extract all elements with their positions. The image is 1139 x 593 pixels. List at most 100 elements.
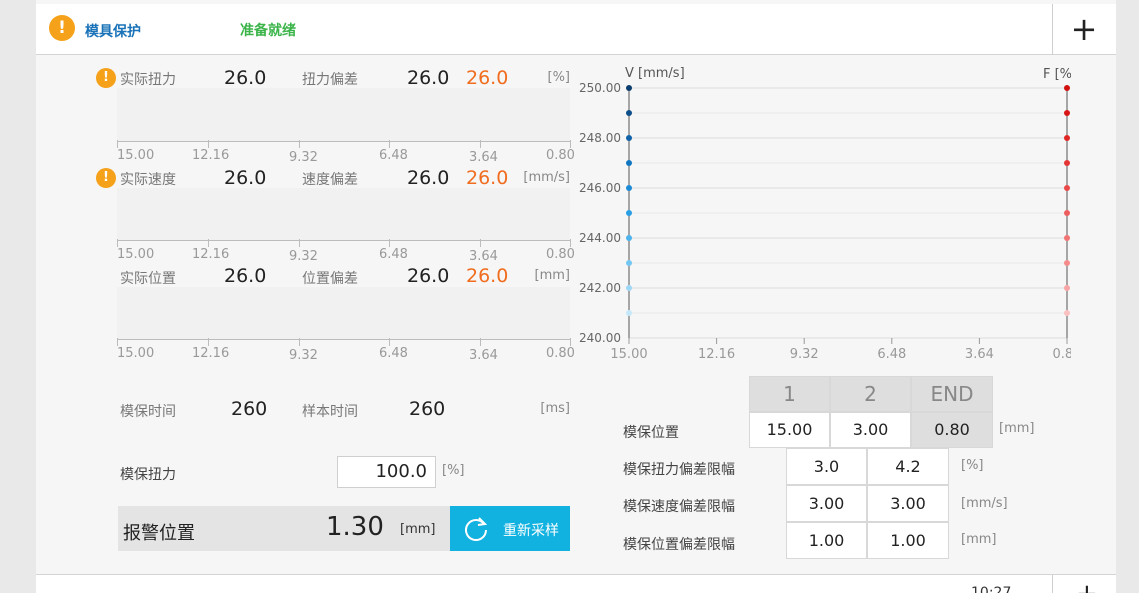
force-point [1064,185,1070,191]
actual-torque-value: 26.0 [224,67,267,89]
actual-speed-label: 实际速度 [120,172,176,188]
table-header-end: END [911,376,993,412]
divider [1052,575,1053,593]
torque-limit-label: 模保扭力偏差限幅 [623,462,735,478]
axis-tick-label: 0.80 [546,148,575,163]
table-header-2: 2 [830,376,911,412]
axis-tick-label: 12.16 [192,247,230,262]
left-axis-tick-label: 240.00 [579,331,621,345]
axis-tick [117,140,118,148]
force-point [1064,135,1070,141]
refresh-icon [465,517,488,541]
axis-tick [570,140,571,148]
mold-position-input-2[interactable]: 3.00 [830,412,911,448]
position-limit-input-2[interactable]: 1.00 [867,522,949,559]
status-text: 准备就绪 [240,23,296,39]
add-button-bottom[interactable]: + [1076,579,1098,593]
x-axis-tick-label: 15.00 [610,347,647,362]
mold-position-label: 模保位置 [623,425,679,441]
axis-tick [480,140,481,148]
actual-position-label: 实际位置 [120,271,176,287]
axis-tick-label: 12.16 [192,148,230,163]
axis-tick-label: 6.48 [379,148,408,163]
axis-tick [389,239,390,247]
axis-tick [117,338,118,346]
velocity-point [626,210,632,216]
sample-time-value: 260 [409,398,446,420]
speed-limit-input-1[interactable]: 3.00 [786,485,867,522]
position-deviation-value: 26.0 [407,265,450,287]
axis-tick [480,239,481,247]
resample-button[interactable]: 重新采样 [450,506,570,551]
speed-limit-input-2[interactable]: 3.00 [867,485,949,522]
velocity-point [626,160,632,166]
mold-force-input[interactable]: 100.0 [337,456,436,488]
time-unit: [ms] [540,401,570,416]
force-point [1064,260,1070,266]
mold-position-end: 0.80 [911,412,993,448]
axis-tick [389,338,390,346]
velocity-point [626,85,632,91]
position-limit-unit: [mm] [961,532,997,547]
alarm-position-label: 报警位置 [123,523,195,544]
torque-deviation-value: 26.0 [407,67,450,89]
page-title: 模具保护 [85,24,141,40]
velocity-point [626,185,632,191]
axis-tick-label: 9.32 [289,348,318,363]
force-point [1064,160,1070,166]
speed-deviation-value: 26.0 [407,167,450,189]
speed-warning-icon[interactable]: ! [96,168,116,188]
position-limit-label: 模保位置偏差限幅 [623,537,735,553]
force-point [1064,235,1070,241]
force-point [1064,310,1070,316]
torque-trend-strip [117,88,570,142]
warning-icon[interactable]: ! [49,15,75,41]
mold-protection-panel: ! 模具保护 准备就绪 + ! 实际扭力 26.0 扭力偏差 26.0 26.0… [36,0,1116,593]
axis-tick [299,338,300,346]
actual-position-value: 26.0 [224,265,267,287]
torque-deviation-value-2: 26.0 [466,67,509,89]
left-axis-tick-label: 250.00 [579,81,621,95]
x-axis-tick-label: 0.80 [1053,347,1071,362]
force-point [1064,210,1070,216]
mold-position-input-1[interactable]: 15.00 [749,412,830,448]
axis-tick [208,338,209,346]
axis-tick-label: 3.64 [469,150,498,165]
velocity-point [626,135,632,141]
mold-time-value: 260 [231,398,268,420]
axis-tick-label: 3.64 [469,249,498,264]
table-header-1: 1 [749,376,830,412]
axis-tick-label: 9.32 [289,249,318,264]
mold-position-unit: [mm] [999,421,1035,436]
axis-tick-label: 12.16 [192,346,230,361]
mold-force-unit: [%] [442,463,465,478]
clock: 10:27 [971,585,1012,593]
axis-tick-label: 6.48 [379,247,408,262]
axis-tick [208,239,209,247]
torque-limit-input-1[interactable]: 3.0 [786,448,867,485]
add-button[interactable]: + [1052,4,1116,55]
left-axis-tick-label: 244.00 [579,231,621,245]
speed-unit: [mm/s] [523,170,570,185]
velocity-point [626,310,632,316]
torque-unit: [%] [547,70,571,85]
torque-limit-unit: [%] [961,458,984,473]
x-axis-tick-label: 9.32 [790,347,819,362]
axis-tick-label: 9.32 [289,150,318,165]
axis-tick-label: 15.00 [117,247,155,262]
torque-warning-icon[interactable]: ! [96,68,116,88]
position-deviation-value-2: 26.0 [466,265,509,287]
force-point [1064,110,1070,116]
position-limit-input-1[interactable]: 1.00 [786,522,867,559]
left-axis-tick-label: 242.00 [579,281,621,295]
resample-button-label: 重新采样 [503,523,559,539]
x-axis-tick-label: 3.64 [965,347,994,362]
axis-tick [299,239,300,247]
alarm-position-box: 报警位置 1.30 [mm] [118,506,451,551]
left-axis-tick-label: 248.00 [579,131,621,145]
torque-limit-input-2[interactable]: 4.2 [867,448,949,485]
x-axis-tick-label: 12.16 [698,347,735,362]
speed-limit-unit: [mm/s] [961,496,1008,511]
position-deviation-label: 位置偏差 [302,271,358,287]
alarm-position-unit: [mm] [400,522,436,537]
